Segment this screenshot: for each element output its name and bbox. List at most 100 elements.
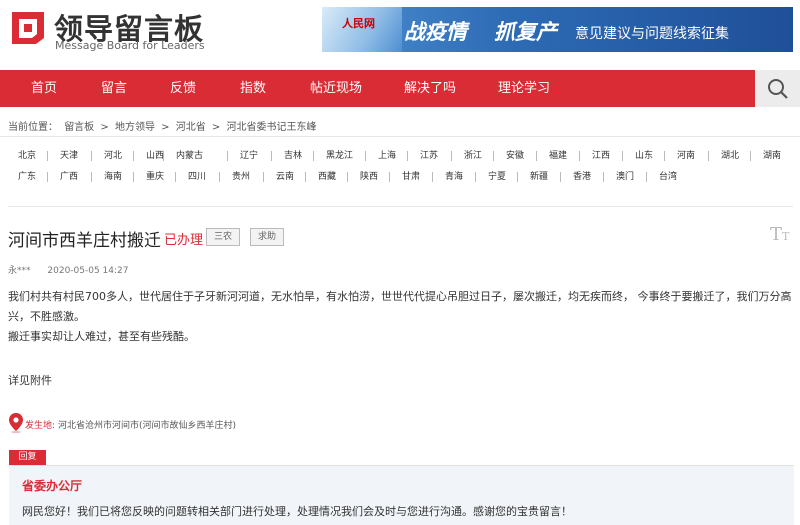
- breadcrumb: 当前位置： 留言板 > 地方领导 > 河北省 > 河北省委书记王东峰: [8, 118, 319, 133]
- region-separator: [47, 172, 48, 182]
- region-separator: [664, 151, 665, 161]
- location-value: 河北省沧州市河间市(河间市故仙乡西羊庄村): [58, 421, 237, 431]
- region-separator: [305, 172, 306, 182]
- region-separator: [263, 172, 264, 182]
- region-separator: [133, 172, 134, 182]
- region-separator: [579, 151, 580, 161]
- region-link[interactable]: 天津: [60, 149, 78, 163]
- author: 永***: [8, 266, 31, 276]
- region-separator: [560, 172, 561, 182]
- region-link[interactable]: 湖南: [763, 149, 781, 163]
- banner-headline-1: 战疫情: [404, 20, 467, 44]
- region-link[interactable]: 黑龙江: [326, 149, 353, 163]
- site-subtitle: Message Board for Leaders: [55, 39, 205, 52]
- attachment-link[interactable]: 详见附件: [8, 372, 52, 388]
- region-separator: [313, 151, 314, 161]
- breadcrumb-item-board[interactable]: 留言板: [64, 122, 94, 133]
- nav-item-theory[interactable]: 理论学习: [498, 70, 550, 107]
- region-separator: [389, 172, 390, 182]
- region-link[interactable]: 澳门: [616, 170, 634, 184]
- region-link[interactable]: 香港: [573, 170, 591, 184]
- region-link[interactable]: 宁夏: [488, 170, 506, 184]
- region-link[interactable]: 北京: [18, 149, 36, 163]
- region-link[interactable]: 山西: [146, 149, 164, 163]
- banner-brand: 人民网: [342, 17, 375, 30]
- region-separator: [347, 172, 348, 182]
- breadcrumb-item-hebei[interactable]: 河北省: [176, 122, 206, 133]
- breadcrumb-item-local-leaders[interactable]: 地方领导: [115, 122, 155, 133]
- region-link[interactable]: 安徽: [506, 149, 524, 163]
- region-link[interactable]: 广东: [18, 170, 36, 184]
- region-link[interactable]: 贵州: [232, 170, 250, 184]
- region-link[interactable]: 内蒙古: [176, 149, 203, 163]
- nav-item-home[interactable]: 首页: [31, 70, 57, 107]
- region-separator: [365, 151, 366, 161]
- region-link[interactable]: 青海: [445, 170, 463, 184]
- font-size-icon: T: [770, 224, 783, 245]
- region-link[interactable]: 陕西: [360, 170, 378, 184]
- breadcrumb-item-secretary[interactable]: 河北省委书记王东峰: [226, 122, 316, 133]
- divider: [0, 136, 800, 137]
- campaign-banner[interactable]: 人民网 战疫情 抓复产 意见建议与问题线索征集: [322, 7, 793, 52]
- location-pin-icon: [9, 413, 23, 433]
- region-link[interactable]: 河南: [677, 149, 695, 163]
- reply-organization: 省委办公厅: [22, 479, 83, 493]
- region-link[interactable]: 吉林: [284, 149, 302, 163]
- font-size-button[interactable]: TT: [770, 224, 789, 245]
- region-separator: [536, 151, 537, 161]
- region-separator: [47, 151, 48, 161]
- region-link[interactable]: 福建: [549, 149, 567, 163]
- region-separator: [646, 172, 647, 182]
- nav-item-on-site[interactable]: 帖近现场: [310, 70, 362, 107]
- reply-panel: 省委办公厅 网民您好！我们已将您反映的问题转相关部门进行处理，处理情况我们会及时…: [9, 466, 794, 525]
- region-link[interactable]: 辽宁: [240, 149, 258, 163]
- tag-help[interactable]: 求助: [250, 228, 284, 246]
- region-separator: [175, 172, 176, 182]
- region-separator: [750, 151, 751, 161]
- tag-agriculture[interactable]: 三农: [206, 228, 240, 246]
- search-button[interactable]: [755, 70, 800, 107]
- site-header: 领导留言板 Message Board for Leaders 人民网 战疫情 …: [0, 0, 800, 70]
- region-separator: [133, 151, 134, 161]
- message-title: 河间市西羊庄村搬迁: [8, 231, 161, 251]
- region-separator: [163, 151, 164, 161]
- message-meta: 永*** 2020-05-05 14:27: [8, 263, 143, 276]
- region-separator: [603, 172, 604, 182]
- region-link[interactable]: 江西: [592, 149, 610, 163]
- status-badge: 已办理: [164, 233, 204, 248]
- message-body: 我们村共有村民700多人，世代居住于子牙新河河道，无水怕旱，有水怕涝，世世代代提…: [8, 287, 794, 347]
- region-link[interactable]: 四川: [188, 170, 206, 184]
- breadcrumb-separator: >: [211, 122, 221, 133]
- breadcrumb-separator: >: [161, 122, 170, 133]
- main-nav: 首页 留言 反馈 指数 帖近现场 解决了吗 理论学习: [0, 70, 800, 107]
- region-separator: [219, 172, 220, 182]
- region-link[interactable]: 江苏: [420, 149, 438, 163]
- breadcrumb-prefix: 当前位置：: [8, 122, 58, 133]
- region-link[interactable]: 广西: [60, 170, 78, 184]
- region-link[interactable]: 重庆: [146, 170, 164, 184]
- region-link[interactable]: 海南: [104, 170, 122, 184]
- nav-item-feedback[interactable]: 反馈: [170, 70, 196, 107]
- region-list: 北京 天津 河北 山西 内蒙古 辽宁 吉林 黑龙江 上海 江苏 浙江 安徽 福建 江西 山东 河南 湖北 湖南广东…: [8, 146, 793, 201]
- region-link[interactable]: 湖北: [721, 149, 739, 163]
- nav-item-index[interactable]: 指数: [240, 70, 266, 107]
- region-link[interactable]: 西藏: [318, 170, 336, 184]
- message-body-paragraph: 我们村共有村民700多人，世代居住于子牙新河河道，无水怕旱，有水怕涝，世世代代提…: [8, 290, 792, 323]
- nav-item-messages[interactable]: 留言: [101, 70, 127, 107]
- region-link[interactable]: 河北: [104, 149, 122, 163]
- font-size-icon-small: T: [782, 230, 790, 243]
- region-separator: [227, 151, 228, 161]
- location-label: 发生地:: [25, 421, 56, 431]
- region-link[interactable]: 云南: [276, 170, 294, 184]
- region-link[interactable]: 台湾: [659, 170, 677, 184]
- region-link[interactable]: 上海: [378, 149, 396, 163]
- region-link[interactable]: 浙江: [464, 149, 482, 163]
- message-board-logo-icon[interactable]: [10, 10, 46, 46]
- region-link[interactable]: 山东: [635, 149, 653, 163]
- region-link[interactable]: 甘肃: [402, 170, 420, 184]
- region-separator: [432, 172, 433, 182]
- reply-text: 网民您好！我们已将您反映的问题转相关部门进行处理，处理情况我们会及时与您进行沟通…: [22, 505, 572, 518]
- region-link[interactable]: 新疆: [530, 170, 548, 184]
- nav-item-resolved[interactable]: 解决了吗: [404, 70, 456, 107]
- timestamp: 2020-05-05 14:27: [47, 266, 129, 276]
